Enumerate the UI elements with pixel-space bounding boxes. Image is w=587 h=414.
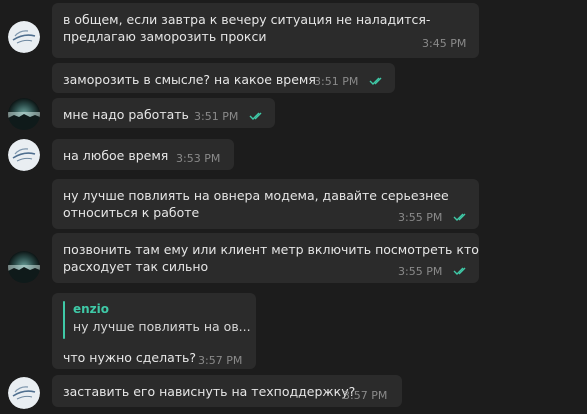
message-time: 3:57 PM (343, 389, 388, 402)
message-text: в общем, если завтра к вечеру ситуация н… (63, 12, 431, 27)
reply-preview[interactable]: ну лучше повлиять на ов... (73, 318, 251, 335)
ship-logo-avatar[interactable] (8, 139, 40, 171)
dark-landscape-avatar[interactable] (8, 98, 40, 130)
double-check-icon (453, 267, 466, 275)
message-text: что нужно сделать? (63, 350, 197, 365)
message-text: заставить его нависнуть на техподдержку? (63, 384, 356, 399)
message-time: 3:45 PM (422, 37, 467, 50)
message-time: 3:55 PM (398, 211, 443, 224)
reply-author[interactable]: enzio (73, 301, 109, 318)
message-bubble[interactable]: мне надо работать 3:51 PM (52, 98, 275, 128)
message-text: мне надо работать (63, 107, 189, 122)
double-check-icon (453, 213, 466, 221)
double-check-icon (249, 112, 262, 120)
dark-landscape-avatar[interactable] (8, 251, 40, 283)
message-time: 3:51 PM (194, 110, 239, 123)
message-text: позвонить там ему или клиент метр включи… (63, 242, 479, 257)
ship-logo-avatar[interactable] (8, 377, 40, 409)
double-check-icon (369, 77, 382, 85)
message-text: расходует так сильно (63, 259, 209, 274)
ship-logo-avatar[interactable] (8, 21, 40, 53)
message-text: заморозить в смысле? на какое время (63, 72, 316, 87)
message-bubble[interactable]: позвонить там ему или клиент метр включи… (52, 233, 479, 283)
message-time: 3:53 PM (176, 152, 221, 165)
message-text: ну лучше повлиять на овнера модема, дава… (63, 188, 449, 203)
message-bubble[interactable]: заставить его нависнуть на техподдержку?… (52, 375, 402, 407)
message-bubble[interactable]: ну лучше повлиять на овнера модема, дава… (52, 179, 479, 229)
message-bubble[interactable]: enzio ну лучше повлиять на ов... что нуж… (52, 293, 256, 369)
message-text: на любое время (63, 148, 169, 163)
message-bubble[interactable]: заморозить в смысле? на какое время 3:51… (52, 63, 395, 93)
message-time: 3:57 PM (198, 354, 243, 367)
chat-history: в общем, если завтра к вечеру ситуация н… (0, 0, 587, 414)
reply-quote-bar (63, 301, 65, 339)
message-time: 3:55 PM (398, 265, 443, 278)
message-bubble[interactable]: в общем, если завтра к вечеру ситуация н… (52, 3, 479, 58)
message-time: 3:51 PM (314, 75, 359, 88)
message-text: предлагаю заморозить прокси (63, 29, 267, 44)
message-text: относиться к работе (63, 205, 200, 220)
message-bubble[interactable]: на любое время 3:53 PM (52, 139, 234, 170)
